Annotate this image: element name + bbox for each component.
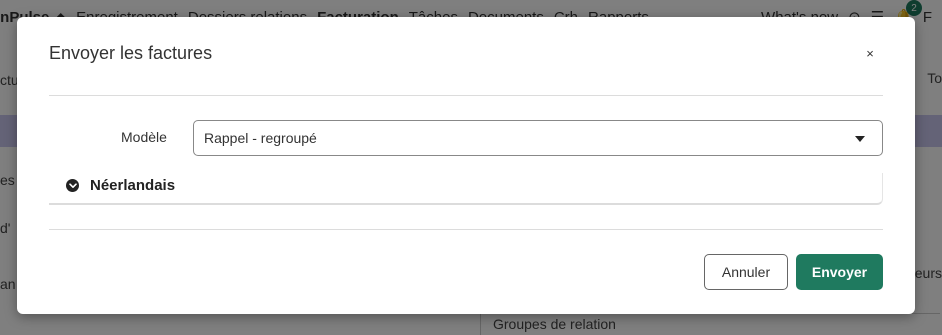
cancel-button[interactable]: Annuler	[704, 254, 788, 290]
send-invoices-dialog: Envoyer les factures × Modèle Rappel - r…	[17, 17, 915, 314]
model-select-value: Rappel - regroupé	[204, 130, 317, 146]
close-icon[interactable]: ×	[863, 47, 877, 61]
caret-down-icon	[855, 136, 865, 142]
language-section: Néerlandais	[49, 173, 883, 205]
footer-divider	[49, 229, 883, 230]
model-select[interactable]: Rappel - regroupé	[193, 120, 883, 156]
section-title: Néerlandais	[90, 177, 176, 194]
section-toggle-neerlandais[interactable]: Néerlandais	[66, 177, 175, 194]
send-button[interactable]: Envoyer	[796, 254, 883, 290]
header-divider	[49, 95, 883, 96]
model-label: Modèle	[121, 129, 167, 145]
dialog-title: Envoyer les factures	[49, 43, 213, 63]
chevron-circle-down-icon	[66, 179, 79, 192]
